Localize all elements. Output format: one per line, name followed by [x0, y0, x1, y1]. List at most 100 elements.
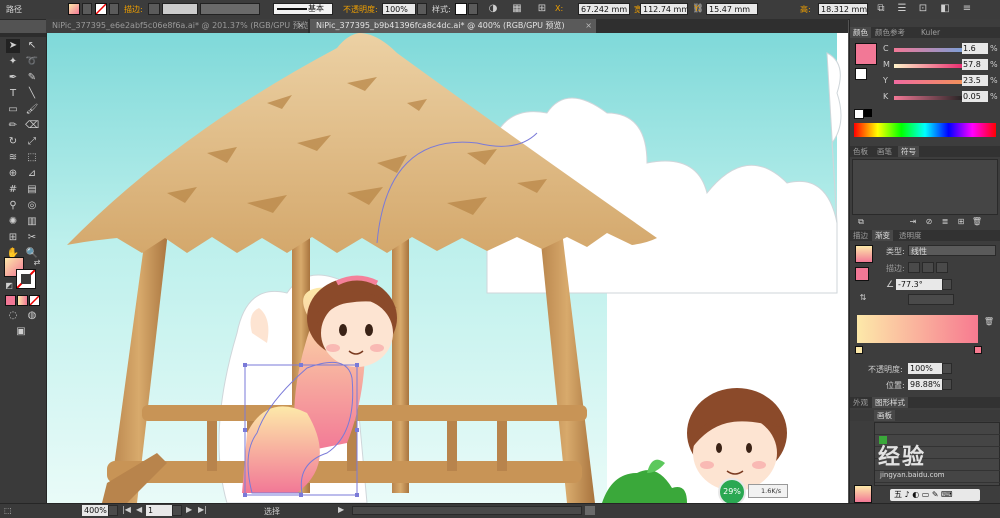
none-swatch[interactable] — [854, 109, 864, 119]
toolbox-grip[interactable] — [0, 33, 46, 37]
stroke-weight-field[interactable] — [162, 3, 198, 15]
swap-colors-icon[interactable]: ⇄ — [30, 256, 44, 270]
tab-color-guide[interactable]: 颜色参考 — [872, 27, 908, 38]
new-symbol-icon[interactable]: ⊞ — [954, 215, 968, 229]
tab-appearance[interactable]: 外观 — [850, 397, 871, 408]
tab-color[interactable]: 颜色 — [850, 27, 871, 38]
align-icon[interactable]: ☰ — [895, 2, 909, 16]
panel-menu-icon[interactable]: ≡ — [960, 2, 974, 16]
curvature-tool-icon[interactable]: ✎ — [25, 71, 39, 85]
mesh-tool-icon[interactable]: # — [6, 183, 20, 197]
delete-stop-icon[interactable]: 🗑 — [982, 315, 996, 329]
next-artboard-icon[interactable]: ▶ — [186, 505, 192, 514]
none-mode-icon[interactable] — [29, 295, 40, 306]
reverse-gradient-icon[interactable]: ⇅ — [856, 291, 870, 305]
magenta-value-field[interactable]: 57.8 — [962, 59, 988, 70]
stroke-along-icon[interactable] — [922, 262, 934, 273]
y-field[interactable]: 15.47 mm — [706, 3, 758, 15]
reference-point-icon[interactable]: ⊞ — [535, 2, 549, 16]
opacity-dropdown[interactable] — [417, 3, 427, 15]
w-field[interactable]: 112.74 mm — [640, 3, 688, 15]
artboard-dropdown[interactable] — [172, 505, 182, 516]
symbol-sprayer-tool-icon[interactable]: ✺ — [6, 215, 20, 229]
aspect-ratio-field[interactable] — [908, 294, 954, 305]
brush-definition[interactable]: 基本 — [273, 3, 333, 15]
layer-row[interactable]: ○ — [875, 423, 1000, 435]
pencil-tool-icon[interactable]: ✏ — [6, 119, 20, 133]
stroke-dropdown[interactable] — [109, 3, 119, 15]
place-symbol-icon[interactable]: ⇥ — [906, 215, 920, 229]
stroke-within-icon[interactable] — [908, 262, 920, 273]
draw-mode-icon[interactable]: ◌ — [6, 309, 20, 323]
horizontal-scrollbar[interactable] — [352, 506, 582, 515]
pen-tool-icon[interactable]: ✒ — [6, 71, 20, 85]
delete-symbol-icon[interactable]: 🗑 — [970, 215, 984, 229]
y-label[interactable]: Y: — [694, 4, 701, 13]
break-link-icon[interactable]: ⊘ — [922, 215, 936, 229]
close-icon[interactable]: × — [585, 19, 592, 33]
screen-mode-icon[interactable]: ▣ — [14, 325, 28, 339]
symbol-library-icon[interactable]: ⧉ — [854, 215, 868, 229]
x-field[interactable]: 67.242 mm — [578, 3, 630, 15]
prev-artboard-icon[interactable]: ◀ — [136, 505, 142, 514]
tab-symbols[interactable]: 符号 — [898, 146, 919, 157]
tab-transparency[interactable]: 透明度 — [896, 230, 925, 241]
paintbrush-tool-icon[interactable]: 🖌 — [25, 103, 39, 117]
h-label[interactable]: 高: — [800, 4, 811, 15]
gradient-stop-start[interactable] — [855, 346, 863, 354]
zoom-dropdown[interactable] — [108, 505, 118, 516]
x-label[interactable]: X: — [555, 4, 563, 13]
default-colors-icon[interactable]: ◩ — [2, 279, 16, 293]
scale-tool-icon[interactable]: ⤢ — [25, 135, 39, 149]
graphic-style-dropdown[interactable] — [468, 3, 478, 15]
gradient-position-field[interactable]: 98.88% — [908, 379, 942, 390]
first-artboard-icon[interactable]: |◀ — [122, 505, 131, 514]
gradient-thumbnail[interactable] — [855, 245, 873, 263]
lasso-tool-icon[interactable]: ➰ — [25, 55, 39, 69]
cyan-slider[interactable] — [894, 48, 964, 52]
magenta-slider[interactable] — [894, 64, 964, 68]
zoom-field[interactable]: 400% — [82, 505, 108, 516]
free-transform-tool-icon[interactable]: ⬚ — [25, 151, 39, 165]
graph-tool-icon[interactable]: ▥ — [25, 215, 39, 229]
tab-stroke[interactable]: 描边 — [850, 230, 871, 241]
fill-dropdown[interactable] — [82, 3, 92, 15]
align-grid-icon[interactable]: ▦ — [510, 2, 524, 16]
magic-wand-tool-icon[interactable]: ✦ — [6, 55, 20, 69]
gradient-stop-end[interactable] — [974, 346, 982, 354]
arrange-icon[interactable]: ⊡ — [916, 2, 930, 16]
black-swatch[interactable] — [864, 109, 872, 117]
perspective-grid-tool-icon[interactable]: ⊿ — [25, 167, 39, 181]
mini-toolbar[interactable]: 五 ♪ ◐ ▭ ✎ ⌨ — [890, 489, 980, 501]
stroke-color-box[interactable] — [16, 269, 36, 289]
artboard-canvas[interactable] — [47, 33, 848, 503]
gradient-stop-color[interactable] — [855, 267, 869, 281]
tab-swatches[interactable]: 色板 — [850, 146, 871, 157]
gradient-position-dropdown[interactable] — [942, 379, 952, 390]
cyan-value-field[interactable]: 1.6 — [962, 43, 988, 54]
tab-document-2[interactable]: NiPic_377395_b9b41396fca8c4dc.ai* @ 400%… — [310, 19, 596, 33]
graphic-style-swatch[interactable] — [455, 3, 467, 15]
appearance-thumbnail[interactable] — [854, 485, 872, 503]
tab-graphic-styles[interactable]: 图形样式 — [872, 397, 908, 408]
draw-inside-icon[interactable]: ◍ — [25, 309, 39, 323]
blend-tool-icon[interactable]: ◎ — [25, 199, 39, 213]
last-artboard-icon[interactable]: ▶| — [198, 505, 207, 514]
isolate-icon[interactable]: ◧ — [938, 2, 952, 16]
fill-swatch[interactable] — [68, 3, 80, 15]
slice-tool-icon[interactable]: ✂ — [25, 231, 39, 245]
selection-tool-icon[interactable]: ➤ — [6, 39, 20, 53]
eraser-tool-icon[interactable]: ⌫ — [25, 119, 39, 133]
gradient-tool-icon[interactable]: ▤ — [25, 183, 39, 197]
type-tool-icon[interactable]: T — [6, 87, 20, 101]
angle-dropdown[interactable] — [942, 279, 952, 290]
tab-kuler[interactable]: Kuler — [918, 27, 943, 38]
black-value-field[interactable]: 0.05 — [962, 91, 988, 102]
artboard-number-field[interactable]: 1 — [146, 505, 172, 516]
status-menu-icon[interactable]: ▶ — [338, 505, 344, 514]
gradient-opacity-dropdown[interactable] — [942, 363, 952, 374]
stroke-across-icon[interactable] — [936, 262, 948, 273]
stroke-weight-stepper[interactable] — [148, 3, 160, 15]
opacity-field[interactable]: 100% — [382, 3, 416, 15]
gradient-mode-icon[interactable] — [17, 295, 28, 306]
